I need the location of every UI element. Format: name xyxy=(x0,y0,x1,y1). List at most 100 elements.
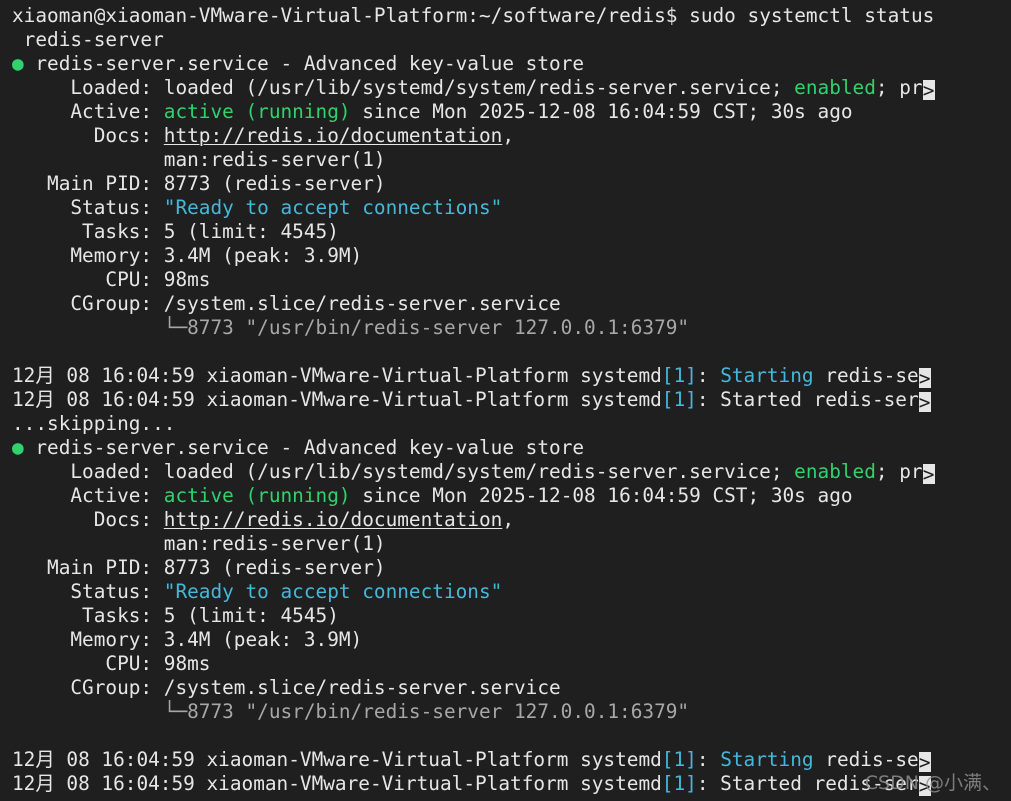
status-line: Status: "Ready to accept connections" xyxy=(12,196,1011,220)
log-rest: : Started redis-ser xyxy=(696,388,919,411)
cpu: CPU: 98ms xyxy=(12,652,211,675)
cpu-line: CPU: 98ms xyxy=(12,652,1011,676)
terminal-output: xiaoman@xiaoman-VMware-Virtual-Platform:… xyxy=(12,4,1011,796)
active-state: active (running) xyxy=(163,100,351,123)
log-message-starting: Starting xyxy=(720,364,814,387)
status-value: "Ready to accept connections" xyxy=(163,580,503,603)
prompt-command-continuation: redis-server xyxy=(12,28,1011,52)
docs-man: man:redis-server(1) xyxy=(12,532,386,555)
log-prefix: 12月 08 16:04:59 xiaoman-VMware-Virtual-P… xyxy=(12,748,662,771)
status-value: "Ready to accept connections" xyxy=(163,196,503,219)
log-line-started: 12月 08 16:04:59 xiaoman-VMware-Virtual-P… xyxy=(12,772,1011,796)
truncation-indicator: > xyxy=(922,463,935,484)
skipping-line: ...skipping... xyxy=(12,412,1011,436)
docs-prefix: Docs: xyxy=(12,508,164,531)
memory: Memory: 3.4M (peak: 3.9M) xyxy=(12,628,363,651)
status-dot-icon: ● xyxy=(12,52,24,75)
log-colon: : xyxy=(696,364,721,387)
log-prefix: 12月 08 16:04:59 xiaoman-VMware-Virtual-P… xyxy=(12,388,662,411)
prompt-separator: : xyxy=(467,4,479,27)
prompt-command-part2: redis-server xyxy=(12,28,164,51)
docs-line-2: man:redis-server(1) xyxy=(12,532,1011,556)
active-line: Active: active (running) since Mon 2025-… xyxy=(12,100,1011,124)
truncation-indicator: > xyxy=(918,751,931,772)
tasks-line: Tasks: 5 (limit: 4545) xyxy=(12,220,1011,244)
status-dot-icon: ● xyxy=(12,436,24,459)
cgroup-tree: └─8773 "/usr/bin/redis-server 127.0.0.1:… xyxy=(12,700,690,723)
service-title: redis-server.service - Advanced key-valu… xyxy=(23,436,585,459)
truncation-indicator: > xyxy=(922,79,935,100)
loaded-enabled: enabled xyxy=(794,460,876,483)
loaded-line: Loaded: loaded (/usr/lib/systemd/system/… xyxy=(12,460,1011,484)
memory: Memory: 3.4M (peak: 3.9M) xyxy=(12,244,363,267)
truncation-indicator: > xyxy=(918,367,931,388)
memory-line: Memory: 3.4M (peak: 3.9M) xyxy=(12,244,1011,268)
active-prefix: Active: xyxy=(12,100,164,123)
log-prefix: 12月 08 16:04:59 xiaoman-VMware-Virtual-P… xyxy=(12,772,662,795)
log-pid: [1] xyxy=(661,388,697,411)
active-state: active (running) xyxy=(163,484,351,507)
docs-suffix: , xyxy=(502,508,515,531)
tasks: Tasks: 5 (limit: 4545) xyxy=(12,604,339,627)
active-suffix: since Mon 2025-12-08 16:04:59 CST; 30s a… xyxy=(350,100,853,123)
truncation-indicator: > xyxy=(918,391,931,412)
main-pid-line: Main PID: 8773 (redis-server) xyxy=(12,172,1011,196)
loaded-prefix: Loaded: loaded (/usr/lib/systemd/system/… xyxy=(12,460,795,483)
cgroup-tree-line: └─8773 "/usr/bin/redis-server 127.0.0.1:… xyxy=(12,700,1011,724)
log-line-started: 12月 08 16:04:59 xiaoman-VMware-Virtual-P… xyxy=(12,388,1011,412)
main-pid: Main PID: 8773 (redis-server) xyxy=(12,556,386,579)
loaded-enabled: enabled xyxy=(794,76,876,99)
log-colon: : xyxy=(696,748,721,771)
cpu-line: CPU: 98ms xyxy=(12,268,1011,292)
docs-line: Docs: http://redis.io/documentation, xyxy=(12,124,1011,148)
status-prefix: Status: xyxy=(12,580,164,603)
cgroup-tree-line: └─8773 "/usr/bin/redis-server 127.0.0.1:… xyxy=(12,316,1011,340)
main-pid-line: Main PID: 8773 (redis-server) xyxy=(12,556,1011,580)
prompt-line: xiaoman@xiaoman-VMware-Virtual-Platform:… xyxy=(12,4,1011,28)
main-pid: Main PID: 8773 (redis-server) xyxy=(12,172,386,195)
cgroup: CGroup: /system.slice/redis-server.servi… xyxy=(12,292,561,315)
loaded-suffix: ; pr xyxy=(875,460,923,483)
tasks: Tasks: 5 (limit: 4545) xyxy=(12,220,339,243)
cpu: CPU: 98ms xyxy=(12,268,211,291)
log-pid: [1] xyxy=(661,772,697,795)
prompt-path: ~/software/redis xyxy=(478,4,666,27)
docs-link[interactable]: http://redis.io/documentation xyxy=(164,508,503,531)
memory-line: Memory: 3.4M (peak: 3.9M) xyxy=(12,628,1011,652)
active-prefix: Active: xyxy=(12,484,164,507)
log-prefix: 12月 08 16:04:59 xiaoman-VMware-Virtual-P… xyxy=(12,364,662,387)
docs-line-2: man:redis-server(1) xyxy=(12,148,1011,172)
tasks-line: Tasks: 5 (limit: 4545) xyxy=(12,604,1011,628)
service-title-line: ● redis-server.service - Advanced key-va… xyxy=(12,52,1011,76)
log-rest: redis-se xyxy=(813,748,919,771)
prompt-symbol: $ xyxy=(665,4,678,27)
terminal-window[interactable]: xiaoman@xiaoman-VMware-Virtual-Platform:… xyxy=(0,0,1011,801)
log-message-starting: Starting xyxy=(720,748,814,771)
service-title: redis-server.service - Advanced key-valu… xyxy=(23,52,585,75)
log-line-starting: 12月 08 16:04:59 xiaoman-VMware-Virtual-P… xyxy=(12,748,1011,772)
status-line: Status: "Ready to accept connections" xyxy=(12,580,1011,604)
docs-man: man:redis-server(1) xyxy=(12,148,386,171)
cgroup-line: CGroup: /system.slice/redis-server.servi… xyxy=(12,292,1011,316)
prompt-user-host: xiaoman@xiaoman-VMware-Virtual-Platform xyxy=(12,4,468,27)
docs-prefix: Docs: xyxy=(12,124,164,147)
skipping-text: ...skipping... xyxy=(12,412,176,435)
prompt-command: sudo systemctl status xyxy=(677,4,935,27)
cgroup-line: CGroup: /system.slice/redis-server.servi… xyxy=(12,676,1011,700)
docs-link[interactable]: http://redis.io/documentation xyxy=(164,124,503,147)
cgroup: CGroup: /system.slice/redis-server.servi… xyxy=(12,676,561,699)
log-pid: [1] xyxy=(661,364,697,387)
log-line-starting: 12月 08 16:04:59 xiaoman-VMware-Virtual-P… xyxy=(12,364,1011,388)
service-title-line: ● redis-server.service - Advanced key-va… xyxy=(12,436,1011,460)
active-suffix: since Mon 2025-12-08 16:04:59 CST; 30s a… xyxy=(350,484,853,507)
active-line: Active: active (running) since Mon 2025-… xyxy=(12,484,1011,508)
docs-line: Docs: http://redis.io/documentation, xyxy=(12,508,1011,532)
log-pid: [1] xyxy=(661,748,697,771)
loaded-suffix: ; pr xyxy=(875,76,923,99)
loaded-line: Loaded: loaded (/usr/lib/systemd/system/… xyxy=(12,76,1011,100)
status-prefix: Status: xyxy=(12,196,164,219)
watermark: CSDN @小满、 xyxy=(864,772,1001,794)
cgroup-tree: └─8773 "/usr/bin/redis-server 127.0.0.1:… xyxy=(12,316,690,339)
